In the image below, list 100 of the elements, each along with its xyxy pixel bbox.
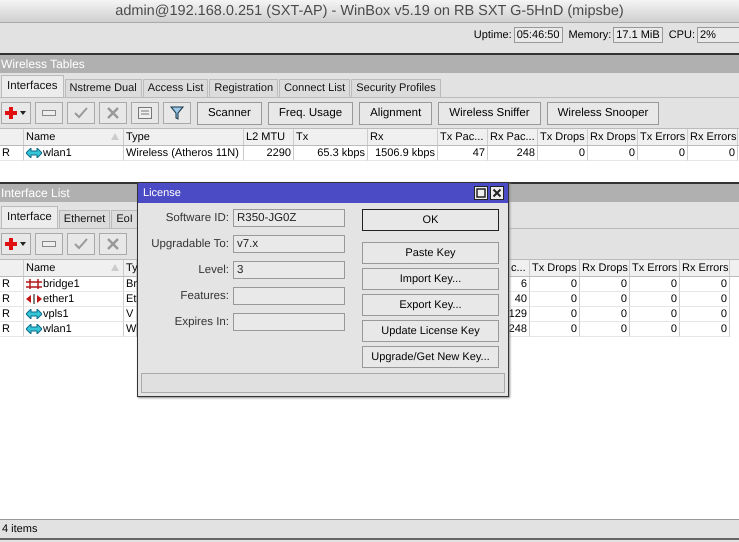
table-cell: 6 bbox=[520, 278, 527, 290]
status-field: 2% bbox=[697, 27, 739, 43]
table-cell: 0 bbox=[720, 278, 727, 290]
table-cell: vpls1 bbox=[43, 308, 69, 320]
table-cell: ether1 bbox=[43, 293, 74, 305]
table-cell: 0 bbox=[720, 308, 727, 320]
table-cell: 0 bbox=[678, 147, 685, 159]
field-label: Level: bbox=[197, 264, 229, 276]
check-icon bbox=[74, 238, 88, 250]
table-cell: 0 bbox=[620, 323, 627, 335]
tab[interactable]: Interface bbox=[1, 206, 58, 228]
remove-button[interactable] bbox=[35, 233, 63, 255]
panel-title: Interface List bbox=[1, 186, 70, 200]
table-cell: 129 bbox=[508, 308, 527, 320]
input-field[interactable]: v7.x bbox=[233, 235, 345, 253]
remove-button[interactable] bbox=[35, 102, 63, 124]
table-cell: 0 bbox=[670, 293, 677, 305]
table-cell: 248 bbox=[516, 147, 535, 159]
column-header: Rx Drops bbox=[582, 262, 628, 274]
note-button[interactable] bbox=[131, 102, 159, 124]
sort-icon bbox=[111, 264, 119, 271]
dialog-button[interactable]: Paste Key bbox=[362, 242, 499, 264]
table-cell: 2290 bbox=[266, 147, 291, 159]
column-header: Tx Drops bbox=[532, 262, 577, 274]
dialog-button[interactable]: Export Key... bbox=[362, 294, 499, 316]
table-cell: 0 bbox=[720, 293, 727, 305]
dialog-button[interactable]: OK bbox=[362, 209, 499, 231]
column-header: Type bbox=[126, 131, 150, 143]
table-cell: 1506.9 kbps bbox=[375, 147, 435, 159]
dialog-button[interactable]: Import Key... bbox=[362, 268, 499, 290]
window-title: admin@192.168.0.251 (SXT-AP) - WinBox v5.19 on RB SXT G-5HnD (mipsbe) bbox=[115, 3, 624, 19]
table-cell: 47 bbox=[472, 147, 485, 159]
tab[interactable]: Access List bbox=[142, 79, 208, 97]
field-label: Features: bbox=[179, 290, 229, 302]
close-icon[interactable] bbox=[490, 186, 504, 200]
toolbar-button[interactable]: Scanner bbox=[197, 102, 262, 124]
ethernet-icon bbox=[26, 294, 42, 304]
column-header: Rx bbox=[370, 131, 384, 143]
panel-title: Wireless Tables bbox=[1, 57, 85, 71]
flag-cell: R bbox=[2, 308, 10, 320]
table-cell: 0 bbox=[570, 278, 577, 290]
minus-icon bbox=[42, 110, 56, 116]
add-button[interactable] bbox=[1, 233, 31, 255]
flag-cell: R bbox=[2, 323, 10, 335]
column-header: c... bbox=[511, 262, 526, 274]
table-cell: 0 bbox=[620, 278, 627, 290]
tab[interactable]: Connect List bbox=[279, 79, 350, 97]
field-label: Expires In: bbox=[174, 316, 229, 328]
table-cell: 40 bbox=[514, 293, 527, 305]
input-field[interactable] bbox=[233, 313, 345, 331]
table-cell: W bbox=[126, 323, 136, 335]
status-text: 4 items bbox=[2, 523, 38, 535]
filter-button[interactable] bbox=[163, 102, 191, 124]
tab[interactable]: Interfaces bbox=[1, 75, 64, 97]
table-cell: 0 bbox=[670, 278, 677, 290]
flag-cell: R bbox=[2, 293, 10, 305]
status-label: Uptime: bbox=[474, 29, 512, 41]
input-field[interactable] bbox=[233, 287, 345, 305]
column-header: Rx Errors bbox=[690, 131, 736, 143]
table-cell: 0 bbox=[728, 147, 735, 159]
input-field[interactable]: 3 bbox=[233, 261, 345, 279]
dialog-button[interactable]: Upgrade/Get New Key... bbox=[362, 346, 499, 368]
status-field: 17.1 MiB bbox=[613, 27, 663, 43]
flag-cell: R bbox=[2, 278, 10, 290]
wireless-icon bbox=[26, 309, 42, 319]
tab[interactable]: Registration bbox=[209, 79, 278, 97]
note-icon bbox=[138, 107, 152, 119]
table-cell: 0 bbox=[670, 308, 677, 320]
input-field[interactable]: R350-JG0Z bbox=[233, 209, 345, 227]
table-cell: Et bbox=[126, 293, 136, 305]
table-cell: wlan1 bbox=[43, 323, 72, 335]
column-header: Tx Drops bbox=[540, 131, 585, 143]
tab[interactable]: Ethernet bbox=[58, 210, 110, 228]
check-icon bbox=[74, 107, 88, 119]
column-header: Rx Drops bbox=[590, 131, 636, 143]
cross-button[interactable] bbox=[99, 233, 127, 255]
table-cell: 0 bbox=[628, 147, 635, 159]
column-header: Name bbox=[26, 131, 56, 143]
wireless-icon bbox=[26, 324, 42, 334]
dialog-button[interactable]: Update License Key bbox=[362, 320, 499, 342]
column-header: Name bbox=[26, 262, 56, 274]
cross-button[interactable] bbox=[99, 102, 127, 124]
status-label: Memory: bbox=[568, 29, 612, 41]
toolbar-button[interactable]: Alignment bbox=[359, 102, 432, 124]
column-header: Ty bbox=[126, 262, 138, 274]
table-cell: 0 bbox=[578, 147, 585, 159]
toolbar-button[interactable]: Wireless Sniffer bbox=[438, 102, 541, 124]
toolbar-button[interactable]: Freq. Usage bbox=[268, 102, 354, 124]
maximize-icon[interactable] bbox=[474, 186, 488, 200]
toolbar-button[interactable]: Wireless Snooper bbox=[546, 102, 660, 124]
sort-icon bbox=[111, 133, 119, 140]
filter-icon bbox=[170, 106, 184, 120]
cross-icon bbox=[107, 107, 119, 119]
check-button[interactable] bbox=[67, 102, 95, 124]
tab[interactable]: Nstreme Dual bbox=[64, 79, 142, 97]
tab[interactable]: EoI bbox=[111, 210, 138, 228]
column-header: Rx Errors bbox=[682, 262, 728, 274]
add-button[interactable] bbox=[1, 102, 31, 124]
tab[interactable]: Security Profiles bbox=[351, 79, 441, 97]
check-button[interactable] bbox=[67, 233, 95, 255]
